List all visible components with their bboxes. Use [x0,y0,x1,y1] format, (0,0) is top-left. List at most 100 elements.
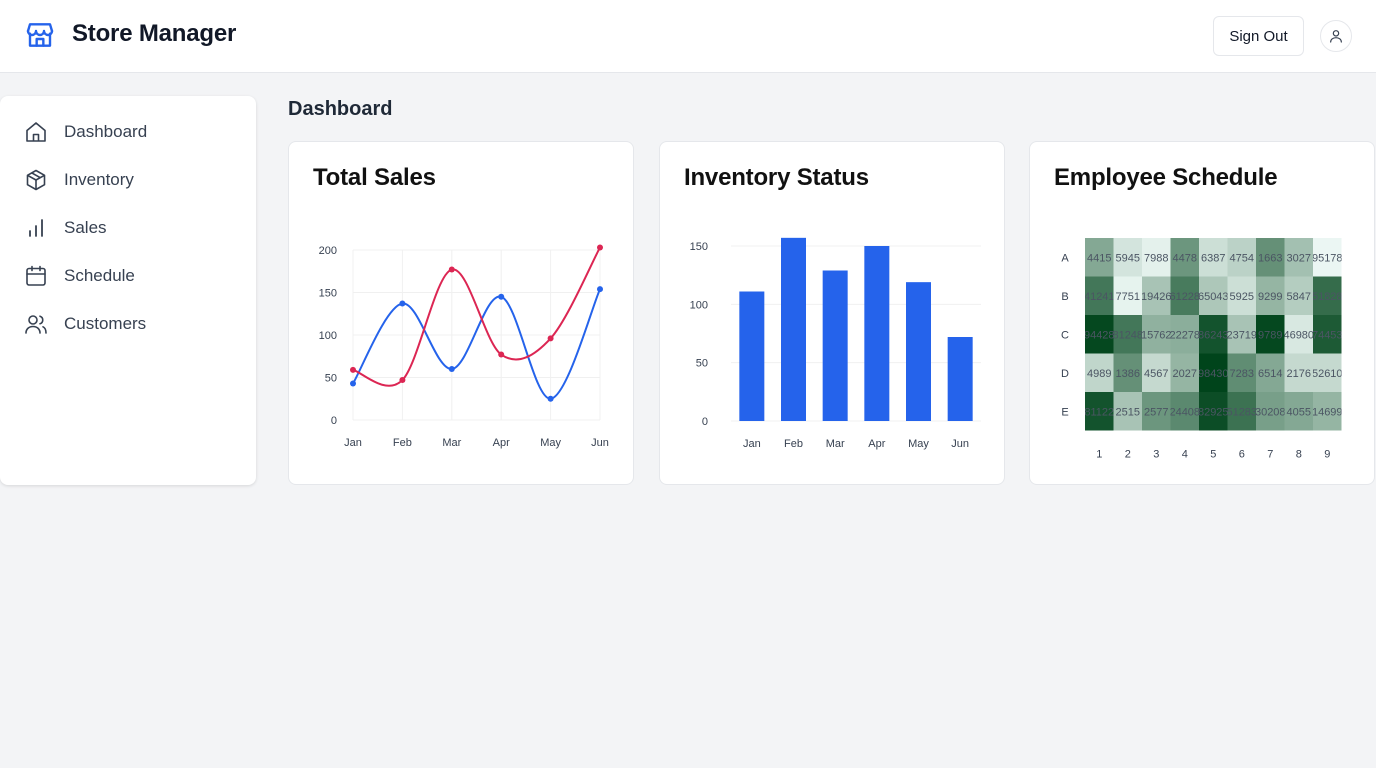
cell-value: 74453 [1312,329,1343,341]
y-tick-label: 100 [690,299,708,311]
sidebar-item-label: Customers [64,314,147,333]
cell-value: 1663 [1258,252,1282,264]
bar [864,246,890,421]
cell-value: 4567 [1144,368,1168,380]
cell-value: 51283 [1226,406,1257,418]
series-line-2 [352,246,601,387]
sidebar-item-inventory[interactable]: Inventory [0,160,256,200]
cell-value: 94428 [1084,329,1115,341]
y-tick-label: 50 [696,358,708,370]
user-avatar-button[interactable] [1320,20,1352,52]
cell-value: 7283 [1230,368,1254,380]
sign-out-button[interactable]: Sign Out [1213,16,1304,56]
cell-value: 2515 [1116,406,1140,418]
data-point [350,366,356,373]
cell-value: 46980 [1283,329,1314,341]
sidebar-item-label: Schedule [64,266,135,285]
top-bar: Store Manager Sign Out [0,0,1376,73]
cell-value: 82925 [1198,406,1229,418]
cell-value: 3027 [1287,252,1311,264]
x-tick-label: May [908,438,929,450]
sidebar-item-customers[interactable]: Customers [0,304,256,344]
bar [739,291,765,421]
data-point [448,266,455,273]
total-sales-card: Total Sales 0 50 100 150 200 Jan Feb Mar Apr May J… [288,141,634,485]
x-tick-label: Mar [826,438,845,450]
cell-value: 5925 [1230,291,1254,303]
sidebar-item-label: Dashboard [64,122,148,141]
cell-value: 7988 [1144,252,1168,264]
bar [947,337,973,421]
column-label: 7 [1267,449,1273,461]
cell-value: 5945 [1116,252,1140,264]
row-label: C [1061,329,1069,341]
data-point [399,377,406,384]
cell-value: 7751 [1116,291,1140,303]
data-point [547,395,554,402]
x-tick-label: Jan [344,437,362,449]
data-point [547,335,554,342]
sidebar-item-dashboard[interactable]: Dashboard [0,112,256,152]
cell-value: 2577 [1144,406,1168,418]
cell-value: 52610 [1312,368,1343,380]
x-tick-label: Apr [493,437,510,449]
cell-value: 65043 [1198,291,1229,303]
store-icon [26,23,54,47]
column-label: 3 [1153,449,1159,461]
bar [822,270,848,421]
cell-value: 4415 [1087,252,1111,264]
column-label: 5 [1210,449,1216,461]
cell-value: 4754 [1230,252,1254,264]
cell-value: 1386 [1116,368,1140,380]
x-tick-label: Jun [951,438,969,450]
sidebar: Dashboard Inventory Sales Schedule Custo… [0,96,256,485]
row-label: D [1061,368,1069,380]
data-point [498,351,505,358]
data-point [350,380,356,387]
y-tick-label: 0 [702,416,708,428]
cell-value: 61228 [1169,291,1200,303]
page-title: Dashboard [288,98,393,120]
cell-value: 30208 [1255,406,1286,418]
cell-value: 22278 [1169,329,1200,341]
x-tick-label: May [540,437,561,449]
cell-value: 2176 [1287,368,1311,380]
cell-value: 98430 [1198,368,1229,380]
data-point [597,244,603,251]
x-tick-label: Feb [393,437,412,449]
cell-value: 14699 [1312,406,1343,418]
x-tick-label: Feb [784,438,803,450]
sidebar-item-schedule[interactable]: Schedule [0,256,256,296]
cell-value: 23719 [1226,329,1257,341]
cell-value: 4989 [1087,368,1111,380]
x-tick-label: Mar [442,437,461,449]
calendar-icon [26,265,46,286]
column-label: 6 [1239,449,1245,461]
cell-value: 41241 [1084,291,1115,303]
cell-value: 24408 [1169,406,1200,418]
employee-schedule-card: Employee Schedule A 4415 5945 7988 4478 6387 4… [1029,141,1375,485]
user-icon [1330,30,1342,43]
cell-value: 9789 [1258,329,1282,341]
column-label: 8 [1296,449,1302,461]
row-label: B [1061,291,1068,303]
sidebar-item-sales[interactable]: Sales [0,208,256,248]
cell-value: 4478 [1173,252,1197,264]
cell-value: 4055 [1287,406,1311,418]
x-tick-label: Jun [591,437,609,449]
data-point [597,286,603,293]
cell-value: 2027 [1173,368,1197,380]
y-tick-label: 150 [319,288,337,300]
users-icon [25,315,47,334]
row-label: A [1061,252,1069,264]
cell-value: 81122 [1084,406,1114,418]
y-tick-label: 50 [325,373,337,385]
package-icon [26,169,46,191]
cell-value: 86243 [1198,329,1229,341]
cell-value: 19426 [1141,291,1172,303]
column-label: 4 [1182,449,1188,461]
y-tick-label: 200 [319,245,337,257]
sidebar-item-label: Inventory [64,170,134,189]
home-icon [26,122,46,142]
sidebar-item-label: Sales [64,218,107,237]
